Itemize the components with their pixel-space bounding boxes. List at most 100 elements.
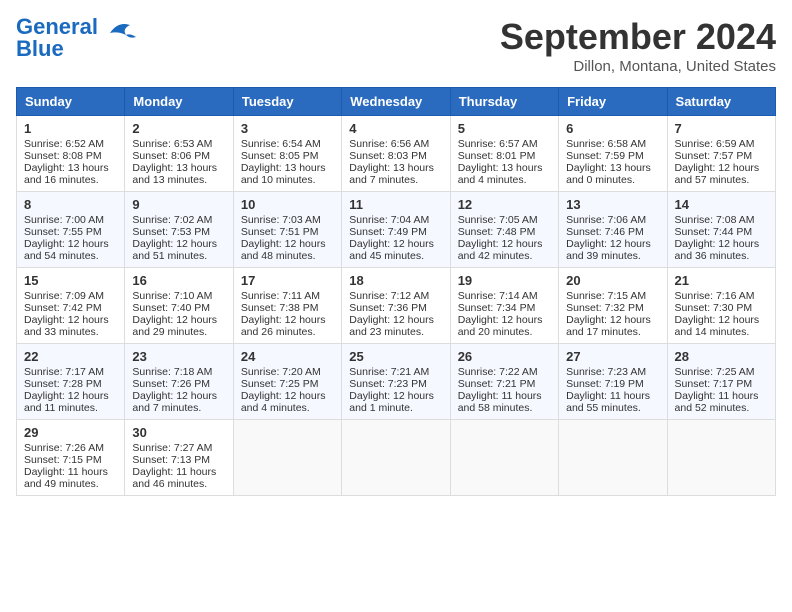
sunset: Sunset: 7:32 PM (566, 302, 644, 314)
calendar-week-row: 8 Sunrise: 7:00 AM Sunset: 7:55 PM Dayli… (17, 192, 776, 268)
sunrise: Sunrise: 7:08 AM (675, 214, 755, 226)
col-thursday: Thursday (450, 88, 558, 116)
calendar-cell: 17 Sunrise: 7:11 AM Sunset: 7:38 PM Dayl… (233, 268, 341, 344)
day-number: 5 (458, 121, 551, 136)
title-section: September 2024 Dillon, Montana, United S… (500, 16, 776, 75)
sunset: Sunset: 7:26 PM (132, 378, 210, 390)
sunrise: Sunrise: 7:27 AM (132, 442, 212, 454)
daylight: Daylight: 12 hours and 36 minutes. (675, 238, 760, 262)
calendar-week-row: 15 Sunrise: 7:09 AM Sunset: 7:42 PM Dayl… (17, 268, 776, 344)
daylight: Daylight: 12 hours and 39 minutes. (566, 238, 651, 262)
sunrise: Sunrise: 7:06 AM (566, 214, 646, 226)
sunset: Sunset: 7:34 PM (458, 302, 536, 314)
sunrise: Sunrise: 7:09 AM (24, 290, 104, 302)
day-number: 3 (241, 121, 334, 136)
sunset: Sunset: 7:40 PM (132, 302, 210, 314)
sunset: Sunset: 7:49 PM (349, 226, 427, 238)
sunrise: Sunrise: 7:17 AM (24, 366, 104, 378)
day-number: 30 (132, 425, 225, 440)
calendar-cell: 3 Sunrise: 6:54 AM Sunset: 8:05 PM Dayli… (233, 116, 341, 192)
calendar-cell: 5 Sunrise: 6:57 AM Sunset: 8:01 PM Dayli… (450, 116, 558, 192)
daylight: Daylight: 11 hours and 58 minutes. (458, 390, 542, 414)
calendar-week-row: 29 Sunrise: 7:26 AM Sunset: 7:15 PM Dayl… (17, 420, 776, 496)
sunrise: Sunrise: 7:26 AM (24, 442, 104, 454)
sunrise: Sunrise: 6:53 AM (132, 138, 212, 150)
day-number: 21 (675, 273, 768, 288)
sunset: Sunset: 7:44 PM (675, 226, 753, 238)
daylight: Daylight: 12 hours and 57 minutes. (675, 162, 760, 186)
sunset: Sunset: 7:55 PM (24, 226, 102, 238)
day-number: 11 (349, 197, 442, 212)
sunrise: Sunrise: 6:59 AM (675, 138, 755, 150)
sunset: Sunset: 7:46 PM (566, 226, 644, 238)
logo-bird-icon (100, 19, 138, 47)
calendar-cell: 26 Sunrise: 7:22 AM Sunset: 7:21 PM Dayl… (450, 344, 558, 420)
sunrise: Sunrise: 7:00 AM (24, 214, 104, 226)
daylight: Daylight: 13 hours and 4 minutes. (458, 162, 543, 186)
col-friday: Friday (559, 88, 667, 116)
sunrise: Sunrise: 6:58 AM (566, 138, 646, 150)
day-number: 9 (132, 197, 225, 212)
sunset: Sunset: 7:51 PM (241, 226, 319, 238)
calendar-header-row: Sunday Monday Tuesday Wednesday Thursday… (17, 88, 776, 116)
calendar-cell (450, 420, 558, 496)
sunrise: Sunrise: 7:20 AM (241, 366, 321, 378)
daylight: Daylight: 12 hours and 23 minutes. (349, 314, 434, 338)
daylight: Daylight: 13 hours and 10 minutes. (241, 162, 326, 186)
day-number: 8 (24, 197, 117, 212)
calendar-cell: 1 Sunrise: 6:52 AM Sunset: 8:08 PM Dayli… (17, 116, 125, 192)
calendar-cell: 16 Sunrise: 7:10 AM Sunset: 7:40 PM Dayl… (125, 268, 233, 344)
sunrise: Sunrise: 7:05 AM (458, 214, 538, 226)
day-number: 13 (566, 197, 659, 212)
day-number: 16 (132, 273, 225, 288)
day-number: 28 (675, 349, 768, 364)
sunset: Sunset: 7:48 PM (458, 226, 536, 238)
sunrise: Sunrise: 7:18 AM (132, 366, 212, 378)
col-sunday: Sunday (17, 88, 125, 116)
col-saturday: Saturday (667, 88, 775, 116)
daylight: Daylight: 12 hours and 29 minutes. (132, 314, 217, 338)
calendar-cell: 27 Sunrise: 7:23 AM Sunset: 7:19 PM Dayl… (559, 344, 667, 420)
calendar-cell: 7 Sunrise: 6:59 AM Sunset: 7:57 PM Dayli… (667, 116, 775, 192)
day-number: 4 (349, 121, 442, 136)
calendar-cell: 12 Sunrise: 7:05 AM Sunset: 7:48 PM Dayl… (450, 192, 558, 268)
daylight: Daylight: 12 hours and 14 minutes. (675, 314, 760, 338)
daylight: Daylight: 12 hours and 51 minutes. (132, 238, 217, 262)
sunset: Sunset: 7:17 PM (675, 378, 753, 390)
logo-blue: Blue (16, 36, 64, 61)
logo: General Blue (16, 16, 138, 60)
sunrise: Sunrise: 7:12 AM (349, 290, 429, 302)
daylight: Daylight: 12 hours and 7 minutes. (132, 390, 217, 414)
daylight: Daylight: 11 hours and 46 minutes. (132, 466, 216, 490)
day-number: 17 (241, 273, 334, 288)
daylight: Daylight: 12 hours and 20 minutes. (458, 314, 543, 338)
calendar-cell: 25 Sunrise: 7:21 AM Sunset: 7:23 PM Dayl… (342, 344, 450, 420)
calendar-table: Sunday Monday Tuesday Wednesday Thursday… (16, 87, 776, 496)
calendar-cell: 18 Sunrise: 7:12 AM Sunset: 7:36 PM Dayl… (342, 268, 450, 344)
sunset: Sunset: 8:05 PM (241, 150, 319, 162)
calendar-cell: 19 Sunrise: 7:14 AM Sunset: 7:34 PM Dayl… (450, 268, 558, 344)
calendar-cell: 28 Sunrise: 7:25 AM Sunset: 7:17 PM Dayl… (667, 344, 775, 420)
daylight: Daylight: 13 hours and 16 minutes. (24, 162, 109, 186)
day-number: 12 (458, 197, 551, 212)
daylight: Daylight: 12 hours and 54 minutes. (24, 238, 109, 262)
sunset: Sunset: 7:28 PM (24, 378, 102, 390)
day-number: 22 (24, 349, 117, 364)
daylight: Daylight: 12 hours and 11 minutes. (24, 390, 109, 414)
daylight: Daylight: 12 hours and 26 minutes. (241, 314, 326, 338)
sunrise: Sunrise: 7:11 AM (241, 290, 320, 302)
calendar-cell: 14 Sunrise: 7:08 AM Sunset: 7:44 PM Dayl… (667, 192, 775, 268)
sunrise: Sunrise: 7:04 AM (349, 214, 429, 226)
sunset: Sunset: 7:53 PM (132, 226, 210, 238)
daylight: Daylight: 11 hours and 49 minutes. (24, 466, 108, 490)
sunset: Sunset: 7:19 PM (566, 378, 644, 390)
day-number: 23 (132, 349, 225, 364)
calendar-cell: 8 Sunrise: 7:00 AM Sunset: 7:55 PM Dayli… (17, 192, 125, 268)
calendar-cell (233, 420, 341, 496)
day-number: 6 (566, 121, 659, 136)
sunrise: Sunrise: 7:22 AM (458, 366, 538, 378)
day-number: 2 (132, 121, 225, 136)
sunrise: Sunrise: 7:21 AM (349, 366, 429, 378)
daylight: Daylight: 12 hours and 42 minutes. (458, 238, 543, 262)
day-number: 7 (675, 121, 768, 136)
